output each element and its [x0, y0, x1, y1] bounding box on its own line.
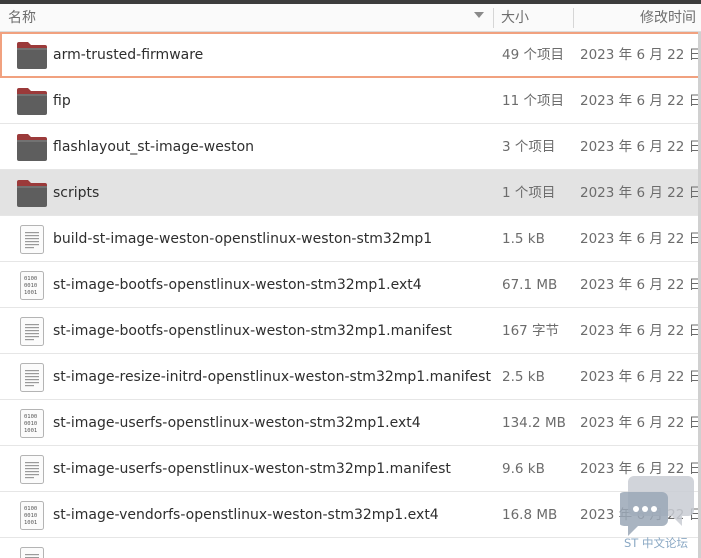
file-size: 67.1 MB: [502, 277, 558, 293]
file-name: st-image-bootfs-openstlinux-weston-stm32…: [53, 277, 422, 293]
file-date: 2023 年 6 月 22 日: [580, 323, 701, 339]
folder-icon: [16, 85, 48, 117]
folder-icon: [16, 177, 48, 209]
file-row[interactable]: 0100 0010 1001 st-image-vendorfs-openstlinu…: [0, 492, 701, 538]
column-name-header[interactable]: 名称: [8, 4, 488, 32]
file-size: 134.2 MB: [502, 415, 566, 431]
file-date: 2023 年 6 月 22 日: [580, 415, 701, 431]
column-divider[interactable]: [573, 8, 574, 28]
file-size: 2.5 kB: [502, 369, 545, 385]
file-name: flashlayout_st-image-weston: [53, 139, 255, 155]
file-size: 49 个项目: [502, 47, 564, 63]
file-row[interactable]: st-image-resize-initrd-openstlinux-westo…: [0, 354, 701, 400]
file-date: 2023 年 6 月 22 日: [580, 185, 701, 201]
text-file-icon: [16, 545, 48, 558]
file-name: build-st-image-weston-openstlinux-weston…: [53, 231, 433, 247]
file-size: 16.8 MB: [502, 507, 558, 523]
text-file-icon: [16, 453, 48, 485]
file-date: 2023 年 6 月 22 日: [580, 231, 701, 247]
svg-text:1001: 1001: [24, 520, 37, 526]
file-size: 11 个项目: [502, 93, 564, 109]
svg-text:0010: 0010: [24, 421, 37, 427]
file-row[interactable]: [0, 538, 701, 558]
column-date-header[interactable]: 修改时间: [640, 4, 696, 32]
watermark-text: ST 中文论坛: [624, 536, 688, 550]
svg-text:0100: 0100: [24, 276, 37, 282]
file-date: 2023 年 6 月 22 日: [580, 369, 701, 385]
binary-file-icon: 0100 0010 1001: [16, 269, 48, 301]
file-date: 2023 年 6 月 22 日: [580, 277, 701, 293]
folder-icon: [16, 39, 48, 71]
file-name: arm-trusted-firmware: [53, 47, 204, 63]
svg-text:0100: 0100: [24, 414, 37, 420]
file-date: 2023 年 6 月 22 日: [580, 93, 701, 109]
folder-row[interactable]: fip 11 个项目 2023 年 6 月 22 日: [0, 78, 701, 124]
folder-icon: [16, 131, 48, 163]
svg-text:0010: 0010: [24, 283, 37, 289]
file-name: st-image-vendorfs-openstlinux-weston-stm…: [53, 507, 439, 523]
binary-file-icon: 0100 0010 1001: [16, 499, 48, 531]
svg-text:1001: 1001: [24, 428, 37, 434]
file-name: st-image-userfs-openstlinux-weston-stm32…: [53, 461, 451, 477]
column-header: 名称 大小 修改时间: [0, 4, 701, 32]
text-file-icon: [16, 315, 48, 347]
folder-row[interactable]: arm-trusted-firmware 49 个项目 2023 年 6 月 22 …: [0, 32, 701, 78]
sort-chevron-down-icon[interactable]: [474, 12, 484, 18]
column-divider[interactable]: [493, 8, 494, 28]
folder-row[interactable]: flashlayout_st-image-weston 3 个项目 2023 年 6…: [0, 124, 701, 170]
file-name: fip: [53, 93, 71, 109]
file-date: 2023 年 6 月 22 日: [580, 47, 701, 63]
file-size: 1.5 kB: [502, 231, 545, 247]
file-row[interactable]: build-st-image-weston-openstlinux-weston…: [0, 216, 701, 262]
file-size: 9.6 kB: [502, 461, 545, 477]
column-size-header[interactable]: 大小: [501, 4, 571, 32]
text-file-icon: [16, 361, 48, 393]
file-row[interactable]: st-image-bootfs-openstlinux-weston-stm32…: [0, 308, 701, 354]
file-name: st-image-bootfs-openstlinux-weston-stm32…: [53, 323, 452, 339]
file-row[interactable]: 0100 0010 1001 st-image-bootfs-openstlinux-…: [0, 262, 701, 308]
file-name: scripts: [53, 185, 100, 201]
text-file-icon: [16, 223, 48, 255]
file-size: 3 个项目: [502, 139, 556, 155]
file-date: 2023 年 6 月 22 日: [580, 139, 701, 155]
file-list[interactable]: arm-trusted-firmware 49 个项目 2023 年 6 月 22 …: [0, 32, 701, 558]
binary-file-icon: 0100 0010 1001: [16, 407, 48, 439]
file-name: st-image-userfs-openstlinux-weston-stm32…: [53, 415, 421, 431]
file-name: st-image-resize-initrd-openstlinux-westo…: [53, 369, 491, 385]
svg-text:1001: 1001: [24, 290, 37, 296]
svg-text:0100: 0100: [24, 506, 37, 512]
svg-text:0010: 0010: [24, 513, 37, 519]
file-size: 167 字节: [502, 323, 560, 339]
file-size: 1 个项目: [502, 185, 556, 201]
file-row[interactable]: 0100 0010 1001 st-image-userfs-openstlinux-…: [0, 400, 701, 446]
folder-row[interactable]: scripts 1 个项目 2023 年 6 月 22 日: [0, 170, 701, 216]
file-row[interactable]: st-image-userfs-openstlinux-weston-stm32…: [0, 446, 701, 492]
